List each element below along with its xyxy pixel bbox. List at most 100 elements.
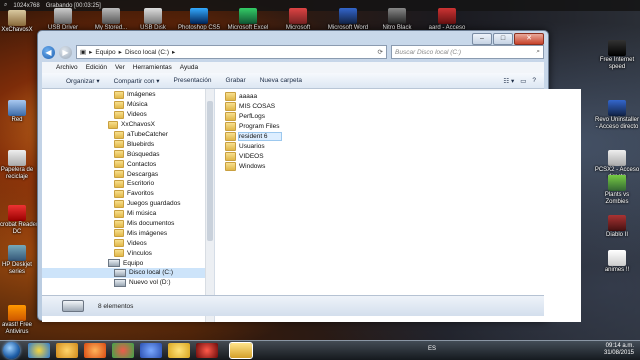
tree-item[interactable]: Mi música	[42, 209, 214, 219]
desktop-icon[interactable]: USB Disk	[130, 8, 176, 32]
back-button[interactable]: ◀	[42, 45, 55, 59]
file-label: MIS COSAS	[239, 102, 276, 110]
desktop-icon[interactable]: Red	[0, 100, 40, 124]
firefox-icon[interactable]	[84, 343, 106, 358]
desktop-icon[interactable]: Free Internet speed	[594, 40, 640, 71]
tree-item[interactable]: Bluebirds	[42, 139, 214, 149]
file-item[interactable]: Usuarios	[215, 141, 581, 151]
desktop-icon[interactable]: animes !!	[594, 250, 640, 274]
tree-item[interactable]: aTubeCatcher	[42, 130, 214, 140]
ie-icon[interactable]	[28, 343, 50, 358]
taskbar: ES 09:14 a.m. 31/08/2015	[0, 340, 640, 360]
app-icon	[608, 175, 626, 191]
file-item[interactable]: Windows	[215, 161, 581, 171]
tree-item[interactable]: Videos	[42, 238, 214, 248]
search-icon[interactable]: ⌕	[4, 2, 7, 9]
tree-item[interactable]: Búsquedas	[42, 149, 214, 159]
preview-pane-icon[interactable]: ▭	[520, 77, 526, 85]
tree-item-label: Escritorio	[127, 180, 155, 188]
desktop-icon[interactable]: Nitro Black	[374, 8, 420, 32]
file-item[interactable]: MIS COSAS	[215, 101, 581, 111]
app-icon[interactable]	[140, 343, 162, 358]
presentacion-button[interactable]: Presentación	[174, 77, 212, 84]
tree-item[interactable]: Videos	[42, 110, 214, 120]
desktop-icon[interactable]: Papelera de reciclaje	[0, 150, 40, 181]
compartir-button[interactable]: Compartir con ▾	[114, 77, 160, 85]
view-options-icon[interactable]: ☷ ▾	[503, 77, 514, 85]
desktop-icon[interactable]: USB Driver	[40, 8, 86, 32]
desktop-icon[interactable]: Microsoft	[275, 8, 321, 32]
desktop-icon[interactable]: avast! Free Antivirus	[0, 305, 40, 336]
tree-item[interactable]: Música	[42, 100, 214, 110]
search-icon: ⌕	[536, 48, 540, 55]
tree-item[interactable]: Imágenes	[42, 90, 214, 100]
breadcrumb-disco-local[interactable]: Disco local (C:)	[125, 49, 169, 56]
recorder-icon[interactable]	[196, 343, 218, 358]
desktop-icon[interactable]: Plants vs Zombies	[594, 175, 640, 206]
start-button[interactable]	[3, 342, 20, 359]
chrome-icon[interactable]	[112, 343, 134, 358]
folder-icon	[225, 131, 236, 141]
file-item[interactable]: aaaaa	[215, 91, 581, 101]
folder-icon	[225, 161, 236, 171]
command-bar: Organizar ▾ Compartir con ▾ Presentación…	[42, 73, 544, 89]
forward-button[interactable]: ▶	[59, 45, 72, 59]
tree-item[interactable]: Mis documentos	[42, 219, 214, 229]
file-item[interactable]: Program Files	[215, 121, 581, 131]
tree-item[interactable]: Escritorio	[42, 179, 214, 189]
desktop-icon[interactable]: Photoshop CS5	[176, 8, 222, 32]
tree-item[interactable]: Contactos	[42, 159, 214, 169]
desktop-icon[interactable]: Acrobat Reader DC	[0, 205, 40, 236]
nav-scrollbar[interactable]	[205, 89, 214, 322]
tree-item[interactable]: Disco local (C:)	[42, 268, 214, 278]
recorder-resolution: 1024x768	[13, 2, 40, 9]
refresh-icon[interactable]: ⟳	[378, 48, 386, 56]
app-icon	[102, 8, 120, 24]
breadcrumb-equipo[interactable]: Equipo	[95, 49, 115, 56]
explorer-active-icon[interactable]	[229, 342, 253, 359]
tree-item[interactable]: Favoritos	[42, 189, 214, 199]
tree-item[interactable]: XxChavosX	[42, 120, 214, 130]
desktop-icon[interactable]: Revo Uninstaller - Acceso directo	[594, 100, 640, 131]
desktop-icon-label: Papelera de reciclaje	[0, 167, 34, 180]
tree-item[interactable]: Nuevo vol (D:)	[42, 278, 214, 288]
desktop-icon[interactable]: Diablo II	[594, 215, 640, 239]
folder-icon	[114, 90, 124, 99]
tree-item-label: Descargas	[127, 170, 159, 178]
app-icon	[608, 250, 626, 266]
app-icon	[190, 8, 208, 24]
tree-item-label: Favoritos	[127, 190, 154, 198]
menu-edicion[interactable]: Edición	[86, 64, 107, 71]
folder-icon	[225, 91, 236, 101]
desktop-icon-label: avast! Free Antivirus	[1, 322, 32, 335]
tree-item[interactable]: Equipo	[42, 258, 214, 268]
file-item[interactable]: PerfLogs	[215, 111, 581, 121]
language-indicator[interactable]: ES	[428, 346, 436, 352]
menu-herramientas[interactable]: Herramientas	[133, 64, 172, 71]
help-icon[interactable]: ?	[532, 77, 536, 85]
tree-item[interactable]: Vínculos	[42, 248, 214, 258]
desktop-icon[interactable]: HP Deskjet series	[0, 245, 40, 276]
menu-ver[interactable]: Ver	[115, 64, 125, 71]
desktop-icon[interactable]: My Stored...	[88, 8, 134, 32]
tree-item[interactable]: Juegos guardados	[42, 199, 214, 209]
desktop-icon[interactable]: Microsoft Excel	[225, 8, 271, 32]
tree-item[interactable]: Mis imágenes	[42, 228, 214, 238]
menu-ayuda[interactable]: Ayuda	[180, 64, 198, 71]
search-placeholder: Buscar Disco local (C:)	[395, 48, 462, 56]
tree-item[interactable]: Descargas	[42, 169, 214, 179]
desktop-icon[interactable]: Microsoft Word	[325, 8, 371, 32]
nueva-carpeta-button[interactable]: Nueva carpeta	[260, 77, 302, 84]
folder-icon	[114, 199, 124, 208]
file-item[interactable]: VIDEOS	[215, 151, 581, 161]
grabar-button[interactable]: Grabar	[225, 77, 245, 84]
folder-icon[interactable]	[168, 343, 190, 358]
search-input[interactable]: Buscar Disco local (C:) ⌕	[391, 45, 544, 59]
clock[interactable]: 09:14 a.m. 31/08/2015	[604, 343, 634, 357]
file-item[interactable]: resident 6	[215, 131, 581, 141]
explorer-icon[interactable]	[56, 343, 78, 358]
address-bar[interactable]: ▣ ▸ Equipo ▸ Disco local (C:) ▸ ⟳	[76, 45, 387, 59]
organizar-button[interactable]: Organizar ▾	[66, 77, 100, 85]
menu-archivo[interactable]: Archivo	[56, 64, 78, 71]
desktop-icon[interactable]: XxChavosX	[0, 10, 40, 34]
